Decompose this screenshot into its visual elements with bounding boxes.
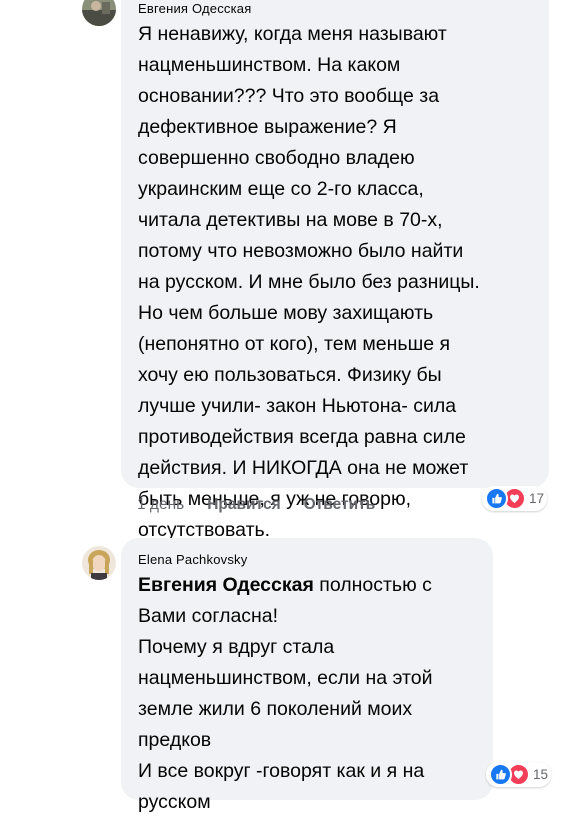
- comment-text: Я ненавижу, когда меня называют нацменьш…: [138, 23, 480, 541]
- avatar[interactable]: [82, 0, 116, 26]
- mention-link[interactable]: Евгения Одесская: [138, 574, 314, 596]
- reactions-summary[interactable]: 15: [486, 762, 552, 787]
- comment-author[interactable]: Евгения Одесская: [138, 1, 251, 16]
- comment-text-body: полностью с Вами согласна! Почему я вдру…: [138, 574, 433, 813]
- reaction-count: 15: [533, 767, 549, 782]
- comment-timestamp[interactable]: 1 день: [137, 496, 184, 514]
- comment-text: Евгения Одесская полностью с Вами соглас…: [138, 570, 488, 818]
- reactions-summary[interactable]: 17: [482, 486, 548, 511]
- reply-button[interactable]: Ответить: [304, 496, 376, 514]
- like-icon: [485, 487, 508, 510]
- reaction-count: 17: [529, 491, 545, 506]
- like-icon: [489, 763, 512, 786]
- comment-actions: 1 день Нравится Ответить: [137, 496, 398, 514]
- comment-author[interactable]: Elena Pachkovsky: [138, 552, 247, 567]
- like-button[interactable]: Нравится: [207, 496, 280, 514]
- avatar[interactable]: [82, 546, 116, 580]
